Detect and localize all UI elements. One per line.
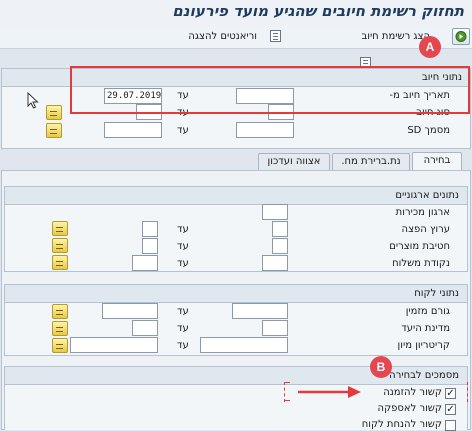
mouse-cursor-icon [27, 92, 39, 109]
annotation-b-bracket-bottom-left [284, 400, 290, 402]
execute-button[interactable] [452, 28, 470, 45]
destination-country-from-input[interactable] [262, 320, 288, 336]
sort-criterion-label: קריטריון מיון [397, 340, 450, 351]
distribution-channel-to-label: עד [177, 224, 189, 235]
sd-document-multiple-selection-button[interactable] [46, 123, 62, 138]
org-data-heading: נתונים ארגוניים [5, 187, 467, 205]
sold-to-party-multiple-selection-button[interactable] [52, 304, 68, 319]
sd-document-label: מסמך SD [407, 125, 450, 136]
execute-icon [455, 31, 467, 42]
variant-icon [270, 30, 281, 42]
sort-criterion-to-label: עד [177, 340, 189, 351]
division-label: חטיבת מוצרים [389, 241, 450, 252]
tab-selection[interactable]: בחירה [412, 152, 462, 170]
distribution-channel-to-input[interactable] [142, 221, 158, 237]
destination-country-to-input[interactable] [132, 320, 158, 336]
distribution-channel-multiple-selection-button[interactable] [52, 221, 68, 236]
sd-document-to-input[interactable] [104, 122, 162, 138]
sort-criterion-from-input[interactable] [200, 337, 288, 353]
sd-document-to-label: עד [177, 125, 189, 136]
shipping-point-from-input[interactable] [262, 255, 288, 271]
delivery-related-checkbox[interactable]: ✓ [445, 404, 456, 415]
sales-org-input[interactable] [262, 204, 288, 220]
toolbar: הצג רשימת חיוב וריאנטים להצגה [0, 26, 472, 69]
annotation-b-arrow-icon [298, 386, 361, 398]
sold-to-party-to-input[interactable] [102, 303, 158, 319]
delivery-related-label: קשור לאספקה [377, 403, 442, 414]
shipping-point-multiple-selection-button[interactable] [52, 255, 68, 270]
annotation-b-badge: B [370, 356, 392, 378]
page-title: תחזוק רשימת חיובים שהגיע מועד פירעונם [172, 2, 464, 20]
destination-country-multiple-selection-button[interactable] [52, 321, 68, 336]
sd-document-from-input[interactable] [236, 122, 294, 138]
annotation-b-bracket-top-left [284, 382, 290, 384]
division-from-input[interactable] [272, 238, 288, 254]
display-variants-button[interactable]: וריאנטים להצגה [188, 31, 257, 42]
annotation-a-badge: A [419, 36, 441, 58]
distribution-channel-label: ערוץ הפצה [401, 224, 450, 235]
division-to-label: עד [177, 241, 189, 252]
shipping-point-label: נקודת משלוח [392, 258, 450, 269]
division-to-input[interactable] [142, 238, 158, 254]
sold-to-party-label: גורם מזמין [405, 306, 450, 317]
sort-criterion-to-input[interactable] [70, 337, 158, 353]
tab-batch-and-update[interactable]: אצווה ועדכון [258, 153, 330, 170]
shipping-point-to-input[interactable] [132, 255, 158, 271]
title-bar: תחזוק רשימת חיובים שהגיע מועד פירעונם [0, 0, 472, 27]
destination-country-to-label: עד [177, 323, 189, 334]
distribution-channel-from-input[interactable] [272, 221, 288, 237]
sold-to-party-from-input[interactable] [232, 303, 288, 319]
tab-default-data[interactable]: נת.ברירת מח. [332, 153, 410, 170]
annotation-a-highlight [70, 66, 470, 114]
shipping-point-to-label: עד [177, 258, 189, 269]
destination-country-label: מדינת היעד [401, 323, 450, 334]
sold-to-party-to-label: עד [177, 306, 189, 317]
division-multiple-selection-button[interactable] [52, 238, 68, 253]
billing-type-multiple-selection-button[interactable] [46, 105, 62, 120]
rebate-related-checkbox[interactable] [445, 420, 456, 431]
customer-data-heading: נתוני לקוח [5, 285, 467, 303]
sales-org-label: ארגון מכירות [395, 207, 450, 218]
sort-criterion-multiple-selection-button[interactable] [52, 338, 68, 353]
rebate-related-label: קשור להנחת לקוח [361, 419, 442, 430]
